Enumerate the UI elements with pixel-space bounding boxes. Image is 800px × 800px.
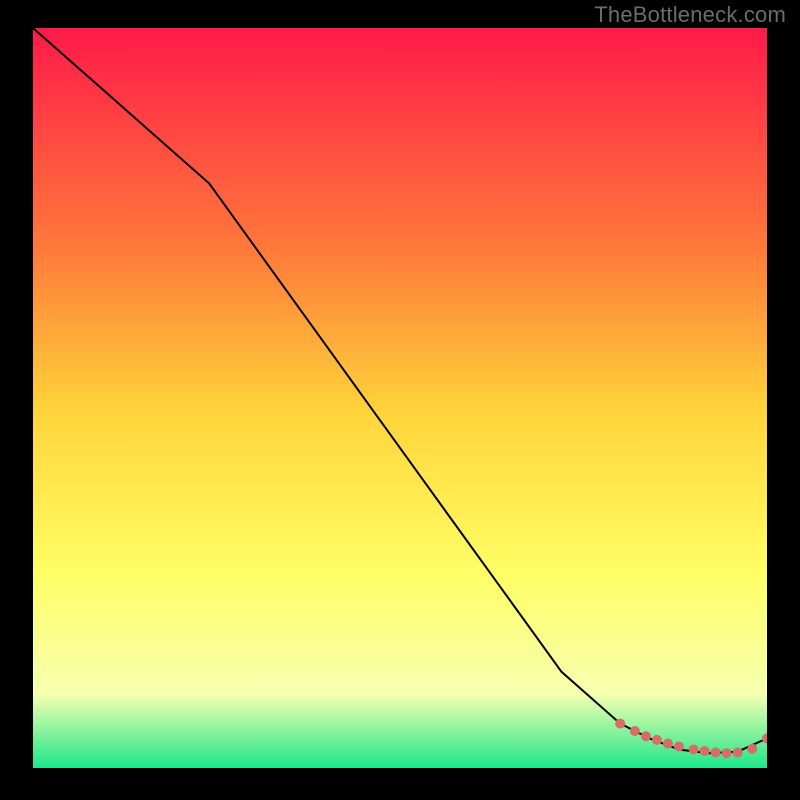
marker-dot (663, 739, 673, 749)
plot-area (33, 28, 767, 768)
marker-dot (722, 748, 732, 758)
marker-dot (652, 735, 662, 745)
chart-frame: TheBottleneck.com (0, 0, 800, 800)
marker-dot (733, 748, 743, 758)
marker-dot (641, 731, 651, 741)
marker-dot (689, 745, 699, 755)
marker-dot (747, 744, 757, 754)
gradient-background (33, 28, 767, 768)
marker-dot (711, 748, 721, 758)
watermark-text: TheBottleneck.com (594, 2, 786, 28)
marker-dot (674, 742, 684, 752)
marker-dot (700, 746, 710, 756)
plot-svg (33, 28, 767, 768)
marker-dot (630, 726, 640, 736)
marker-dot (615, 719, 625, 729)
